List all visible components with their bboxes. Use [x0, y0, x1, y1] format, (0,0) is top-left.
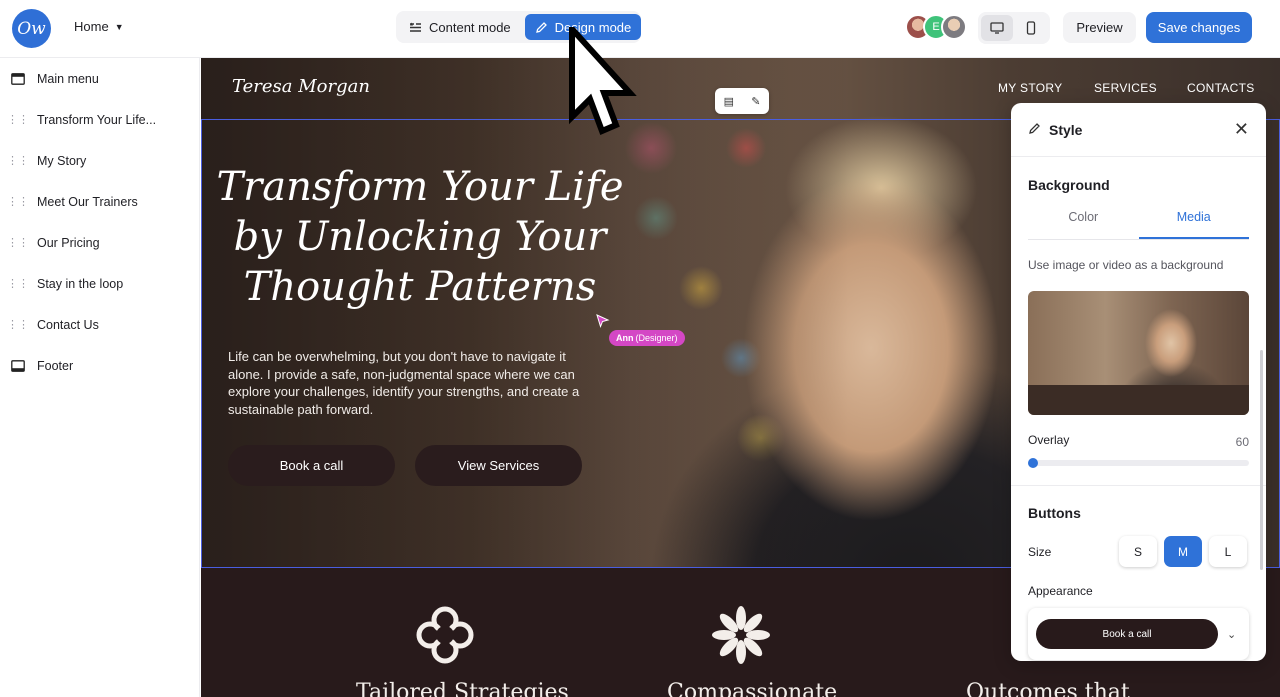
sidebar-item-label: Transform Your Life... — [37, 112, 157, 127]
sidebar-item-label: Main menu — [37, 71, 99, 86]
sidebar-item-transform[interactable]: ⋮⋮ Transform Your Life... — [0, 99, 199, 140]
avatar[interactable] — [941, 14, 967, 40]
nav-link-my-story[interactable]: MY STORY — [998, 81, 1062, 95]
sidebar-item-trainers[interactable]: ⋮⋮ Meet Our Trainers — [0, 181, 199, 222]
book-call-button[interactable]: Book a call — [228, 445, 395, 486]
sidebar-item-label: Contact Us — [37, 317, 99, 332]
top-bar: Ow Home ▼ Content mode Design mode E Pre… — [0, 0, 1280, 58]
mobile-view-button[interactable] — [1015, 15, 1047, 41]
design-mode-button[interactable]: Design mode — [524, 14, 642, 40]
feature-title: Tailored Strategies — [356, 680, 569, 697]
overlay-value: 60 — [1235, 435, 1249, 449]
view-services-button[interactable]: View Services — [415, 445, 582, 486]
website-builder: Ow Home ▼ Content mode Design mode E Pre… — [0, 0, 1280, 697]
drag-handle-icon: ⋮⋮ — [7, 237, 29, 249]
preview-button[interactable]: Preview — [1063, 12, 1136, 43]
brush-icon — [1028, 122, 1041, 138]
style-panel-title: Style — [1049, 121, 1083, 138]
collaborator-cursor-icon — [596, 314, 610, 328]
size-l-button[interactable]: L — [1209, 536, 1247, 567]
feature-title: Compassionate — [667, 680, 838, 697]
page-selector[interactable]: Home ▼ — [74, 19, 124, 34]
device-switch — [978, 12, 1050, 44]
page-selector-label: Home — [74, 19, 109, 34]
hero-description[interactable]: Life can be overwhelming, but you don't … — [228, 348, 588, 418]
desktop-view-button[interactable] — [981, 15, 1013, 41]
drag-handle-icon: ⋮⋮ — [7, 278, 29, 290]
overlay-slider[interactable] — [1028, 458, 1249, 468]
appearance-select[interactable]: Book a call ⌄ — [1028, 608, 1249, 660]
drag-handle-icon: ⋮⋮ — [7, 196, 29, 208]
tab-media[interactable]: Media — [1138, 204, 1249, 239]
mode-switch: Content mode Design mode — [396, 11, 642, 43]
background-heading: Background — [1028, 177, 1110, 193]
sidebar-item-pricing[interactable]: ⋮⋮ Our Pricing — [0, 222, 199, 263]
sidebar-item-label: Stay in the loop — [37, 276, 124, 291]
feature-title: Outcomes that — [966, 680, 1130, 697]
header-icon — [11, 72, 25, 85]
sidebar-item-label: Our Pricing — [37, 235, 100, 250]
footer-icon — [11, 359, 25, 372]
brush-icon[interactable]: ✎ — [751, 95, 760, 108]
sidebar-item-main-menu[interactable]: Main menu — [0, 58, 199, 99]
drag-handle-icon: ⋮⋮ — [7, 319, 29, 331]
collaborator-tag: Ann (Designer) — [609, 330, 685, 346]
drag-handle-icon: ⋮⋮ — [7, 114, 29, 126]
panel-scrollbar[interactable] — [1260, 350, 1263, 570]
mobile-icon — [1026, 21, 1036, 35]
collaborator-role: (Designer) — [635, 333, 678, 343]
thumbnail-desk — [1028, 385, 1249, 415]
drag-handle-icon: ⋮⋮ — [7, 155, 29, 167]
sidebar-item-my-story[interactable]: ⋮⋮ My Story — [0, 140, 199, 181]
overlay-label: Overlay — [1028, 433, 1070, 447]
layout-icon[interactable]: ▤ — [724, 95, 734, 108]
nav-link-services[interactable]: SERVICES — [1094, 81, 1157, 95]
hero-title-line: by Unlocking Your — [233, 214, 607, 260]
size-m-button[interactable]: M — [1164, 536, 1202, 567]
hero-title-line: Transform Your Life — [216, 164, 624, 210]
sidebar-item-footer[interactable]: Footer — [0, 345, 199, 386]
collaborator-name: Ann — [616, 333, 634, 343]
nav-link-contacts[interactable]: CONTACTS — [1187, 81, 1255, 95]
content-mode-icon — [410, 22, 421, 32]
size-label: Size — [1028, 545, 1052, 559]
chevron-down-icon: ▼ — [114, 21, 124, 32]
style-panel: Style ✕ Background Color Media Use image… — [1011, 103, 1266, 661]
hero-title[interactable]: Transform Your Life by Unlocking Your Th… — [211, 162, 629, 312]
appearance-preview: Book a call — [1036, 619, 1218, 649]
section-toolbar: ▤ ✎ — [715, 88, 769, 114]
app-logo[interactable]: Ow — [12, 9, 51, 48]
collaborator-avatars[interactable]: E — [905, 14, 967, 40]
appearance-label: Appearance — [1028, 584, 1093, 598]
sidebar-item-contact[interactable]: ⋮⋮ Contact Us — [0, 304, 199, 345]
divider — [1011, 485, 1266, 486]
background-tabs: Color Media — [1028, 204, 1249, 240]
sidebar-item-label: My Story — [37, 153, 87, 168]
content-mode-label: Content mode — [429, 19, 511, 35]
chevron-down-icon: ⌄ — [1227, 628, 1237, 641]
style-panel-header: Style ✕ — [1011, 103, 1266, 157]
buttons-heading: Buttons — [1028, 505, 1081, 521]
sidebar-item-label: Meet Our Trainers — [37, 194, 138, 209]
desktop-icon — [990, 22, 1004, 34]
slider-knob[interactable] — [1028, 458, 1038, 468]
sidebar-item-stay-in-loop[interactable]: ⋮⋮ Stay in the loop — [0, 263, 199, 304]
save-changes-button[interactable]: Save changes — [1146, 12, 1252, 43]
asterisk-flower-icon — [712, 606, 770, 664]
content-mode-button[interactable]: Content mode — [399, 14, 521, 40]
pencil-icon — [535, 21, 547, 33]
size-selector: S M L — [1119, 536, 1247, 567]
design-mode-label: Design mode — [554, 19, 632, 35]
sidebar-item-label: Footer — [37, 358, 74, 373]
close-icon[interactable]: ✕ — [1234, 119, 1249, 140]
hero-title-line: Thought Patterns — [243, 264, 597, 310]
size-s-button[interactable]: S — [1119, 536, 1157, 567]
clover-icon — [416, 606, 474, 664]
background-help-text: Use image or video as a background — [1028, 258, 1224, 272]
sections-sidebar: Main menu ⋮⋮ Transform Your Life... ⋮⋮ M… — [0, 58, 200, 697]
background-media-thumbnail[interactable] — [1028, 291, 1249, 415]
tab-color[interactable]: Color — [1028, 204, 1139, 239]
site-brand[interactable]: Teresa Morgan — [232, 76, 370, 97]
